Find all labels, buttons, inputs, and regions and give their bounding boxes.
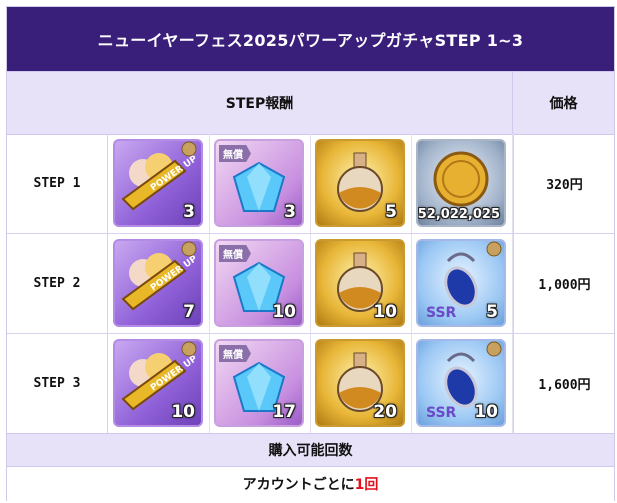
svg-text:SSR: SSR bbox=[426, 405, 457, 421]
item-count: 10 bbox=[373, 302, 397, 322]
reward-cell: 無償 17 bbox=[209, 334, 311, 433]
item-count: 7 bbox=[183, 302, 195, 322]
power-up-ticket-icon: POWER UP 7 bbox=[113, 239, 203, 327]
reward-cell: POWER UP 10 bbox=[108, 334, 210, 433]
gold-potion-icon: 20 bbox=[315, 339, 405, 427]
ssr-amulet-icon: SSR 10 bbox=[416, 339, 506, 427]
purchase-limit-value: 1回 bbox=[354, 477, 379, 493]
step-label: STEP 2 bbox=[7, 234, 108, 333]
power-up-ticket-icon: POWER UP 10 bbox=[113, 339, 203, 427]
step-row-3: STEP 3 POWER UP 10 無償 17 20 SSR 10 1,600… bbox=[7, 334, 614, 434]
item-count: 17 bbox=[272, 402, 296, 422]
free-tag: 無償 bbox=[219, 345, 251, 362]
item-count: 10 bbox=[474, 402, 498, 422]
item-count: 10 bbox=[171, 402, 195, 422]
gold-potion-icon: 5 bbox=[315, 139, 405, 227]
purchase-limit-text: アカウントごとに 1回 bbox=[7, 466, 614, 501]
rewards-header: STEP報酬 bbox=[7, 71, 513, 135]
reward-cell: 5 bbox=[310, 134, 412, 233]
reward-cell: 52,022,025 bbox=[411, 134, 513, 233]
reward-cell: 20 bbox=[310, 334, 412, 433]
item-count: 5 bbox=[385, 202, 397, 222]
step-label: STEP 1 bbox=[7, 134, 108, 233]
free-tag: 無償 bbox=[219, 245, 251, 262]
free-diamond-icon: 無償 17 bbox=[214, 339, 304, 427]
reward-cell: 無償 10 bbox=[209, 234, 311, 333]
free-tag: 無償 bbox=[219, 145, 251, 162]
step-label: STEP 3 bbox=[7, 334, 108, 433]
free-diamond-icon: 無償 10 bbox=[214, 239, 304, 327]
item-count: 52,022,025 bbox=[417, 207, 500, 222]
item-count: 3 bbox=[183, 202, 195, 222]
step-price: 1,000円 bbox=[513, 234, 615, 333]
reward-cell: POWER UP 7 bbox=[108, 234, 210, 333]
reward-cell: 10 bbox=[310, 234, 412, 333]
table-title: ニューイヤーフェス2025パワーアップガチャSTEP 1~3 bbox=[7, 7, 614, 71]
step-price: 1,600円 bbox=[513, 334, 615, 433]
svg-text:SSR: SSR bbox=[426, 305, 457, 321]
reward-cell: 無償 3 bbox=[209, 134, 311, 233]
item-count: 10 bbox=[272, 302, 296, 322]
gold-coin-icon: 52,022,025 bbox=[416, 139, 506, 227]
reward-cell: SSR 5 bbox=[411, 234, 513, 333]
price-header: 価格 bbox=[513, 71, 614, 135]
purchase-limit-prefix: アカウントごとに bbox=[242, 477, 355, 493]
item-count: 20 bbox=[373, 402, 397, 422]
item-count: 5 bbox=[486, 302, 498, 322]
purchase-limit-header: 購入可能回数 bbox=[7, 433, 614, 466]
reward-cell: SSR 10 bbox=[411, 334, 513, 433]
item-count: 3 bbox=[284, 202, 296, 222]
gacha-step-table: ニューイヤーフェス2025パワーアップガチャSTEP 1~3 STEP報酬 価格… bbox=[6, 6, 615, 501]
power-up-ticket-icon: POWER UP 3 bbox=[113, 139, 203, 227]
free-diamond-icon: 無償 3 bbox=[214, 139, 304, 227]
gold-potion-icon: 10 bbox=[315, 239, 405, 327]
step-row-1: STEP 1 POWER UP 3 無償 3 5 52,022,025 320円 bbox=[7, 134, 614, 234]
step-price: 320円 bbox=[513, 134, 615, 233]
reward-cell: POWER UP 3 bbox=[108, 134, 210, 233]
ssr-amulet-icon: SSR 5 bbox=[416, 239, 506, 327]
step-row-2: STEP 2 POWER UP 7 無償 10 10 SSR 5 1,000円 bbox=[7, 234, 614, 334]
